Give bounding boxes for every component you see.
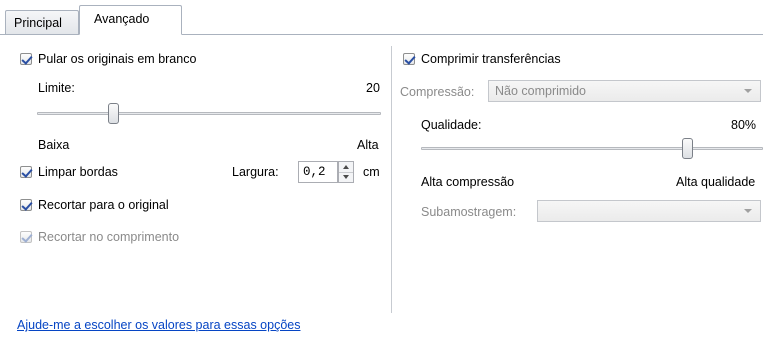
tab-avancado-label: Avançado (94, 12, 150, 26)
quality-high-label: Alta qualidade (676, 175, 756, 189)
arrow-up-icon (343, 165, 349, 169)
chevron-down-icon (744, 89, 752, 93)
quality-low-label: Alta compressão (421, 175, 515, 189)
crop-original-checkbox[interactable] (20, 199, 32, 211)
skip-blank-label: Pular os originais em branco (38, 52, 197, 66)
compress-checkbox[interactable] (403, 53, 415, 65)
compress-label: Comprimir transferências (421, 52, 561, 66)
subsampling-label: Subamostragem: (421, 205, 517, 219)
clean-edges-checkbox[interactable] (20, 166, 32, 178)
threshold-slider-thumb[interactable] (108, 103, 119, 124)
quality-slider-track[interactable] (421, 147, 763, 150)
spin-down-button[interactable] (339, 172, 353, 182)
subsampling-select[interactable] (537, 200, 761, 222)
threshold-slider-track[interactable] (37, 112, 381, 115)
skip-blank-checkbox[interactable] (20, 53, 32, 65)
threshold-value: 20 (366, 81, 380, 95)
quality-slider-thumb[interactable] (682, 138, 693, 159)
chevron-down-icon (744, 209, 752, 213)
quality-value: 80% (731, 118, 757, 132)
width-label: Largura: (232, 165, 279, 179)
help-link[interactable]: Ajude-me a escolher os valores para essa… (17, 318, 300, 332)
width-spinner[interactable] (338, 161, 354, 183)
quality-label: Qualidade: (421, 118, 482, 132)
crop-original-label: Recortar para o original (38, 198, 169, 212)
threshold-high-label: Alta (357, 138, 379, 152)
crop-length-label: Recortar no comprimento (38, 230, 180, 244)
tab-principal[interactable]: Principal (5, 10, 79, 34)
tab-avancado[interactable]: Avançado (79, 5, 182, 35)
width-input-value: 0,2 (303, 165, 326, 179)
threshold-low-label: Baixa (38, 138, 70, 152)
crop-length-checkbox[interactable] (20, 231, 32, 243)
threshold-label: Limite: (38, 81, 75, 95)
clean-edges-label: Limpar bordas (38, 165, 118, 179)
width-input[interactable]: 0,2 (298, 161, 338, 183)
compression-select-value: Não comprimido (495, 84, 587, 98)
width-unit: cm (363, 165, 380, 179)
tab-principal-label: Principal (14, 16, 62, 30)
compression-label: Compressão: (400, 85, 475, 99)
panel-divider (391, 46, 392, 313)
arrow-down-icon (343, 175, 349, 179)
compression-select[interactable]: Não comprimido (488, 80, 761, 102)
